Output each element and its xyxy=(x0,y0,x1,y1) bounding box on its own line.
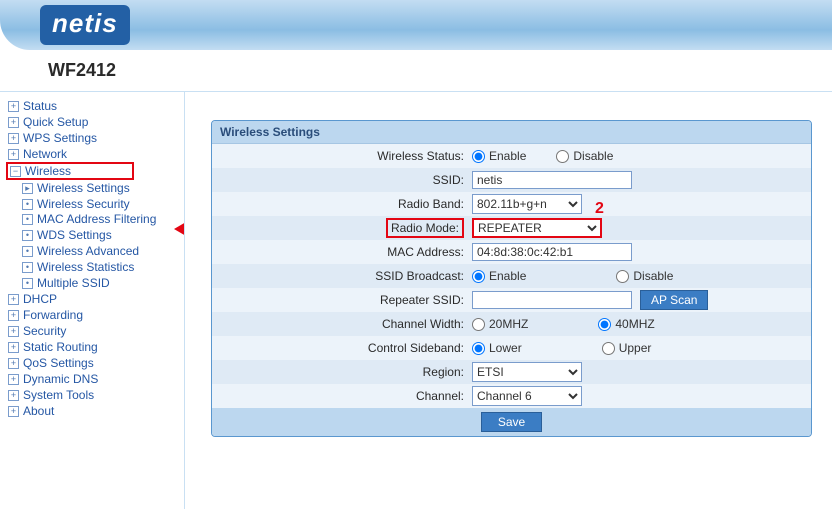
label-ssid: SSID: xyxy=(212,173,470,187)
row-ssid: SSID: xyxy=(212,168,811,192)
ssid-input[interactable] xyxy=(472,171,632,189)
row-mac-address: MAC Address: xyxy=(212,240,811,264)
plus-icon: + xyxy=(8,406,19,417)
row-repeater-ssid: Repeater SSID: AP Scan xyxy=(212,288,811,312)
region-select[interactable]: ETSI xyxy=(472,362,582,382)
label-repeater-ssid: Repeater SSID: xyxy=(212,293,470,307)
dot-icon: • xyxy=(22,199,33,210)
label-mac-address: MAC Address: xyxy=(212,245,470,259)
nav-wireless[interactable]: −Wireless xyxy=(6,162,134,180)
nav-wireless-advanced[interactable]: •Wireless Advanced xyxy=(4,243,184,259)
row-wireless-status: Wireless Status: Enable Disable xyxy=(212,144,811,168)
label-control-sideband: Control Sideband: xyxy=(212,341,470,355)
channel-width-20[interactable] xyxy=(472,318,485,331)
plus-icon: + xyxy=(8,310,19,321)
row-radio-band: Radio Band: 802.11b+g+n xyxy=(212,192,811,216)
ssid-broadcast-enable[interactable] xyxy=(472,270,485,283)
nav-network[interactable]: +Network xyxy=(4,146,184,162)
plus-icon: + xyxy=(8,342,19,353)
save-button[interactable]: Save xyxy=(481,412,542,432)
plus-icon: + xyxy=(8,101,19,112)
mac-address-input[interactable] xyxy=(472,243,632,261)
nav-qos-settings[interactable]: +QoS Settings xyxy=(4,355,184,371)
nav-status[interactable]: +Status xyxy=(4,98,184,114)
channel-select[interactable]: Channel 6 xyxy=(472,386,582,406)
panel-title: Wireless Settings xyxy=(212,121,811,144)
nav-system-tools[interactable]: +System Tools xyxy=(4,387,184,403)
wireless-settings-panel: Wireless Settings Wireless Status: Enabl… xyxy=(211,120,812,437)
wireless-status-enable[interactable] xyxy=(472,150,485,163)
nav-dynamic-dns[interactable]: +Dynamic DNS xyxy=(4,371,184,387)
row-ssid-broadcast: SSID Broadcast: Enable Disable xyxy=(212,264,811,288)
row-save: Save xyxy=(212,408,811,436)
dot-icon: • xyxy=(22,214,33,225)
nav-wps-settings[interactable]: +WPS Settings xyxy=(4,130,184,146)
label-radio-band: Radio Band: xyxy=(212,197,470,211)
label-wireless-status: Wireless Status: xyxy=(212,149,470,163)
plus-icon: + xyxy=(8,390,19,401)
content-area: Wireless Settings Wireless Status: Enabl… xyxy=(185,92,832,509)
label-ssid-broadcast: SSID Broadcast: xyxy=(212,269,470,283)
plus-icon: + xyxy=(8,133,19,144)
row-channel-width: Channel Width: 20MHZ 40MHZ xyxy=(212,312,811,336)
logo: netis xyxy=(40,5,130,45)
row-region: Region: ETSI xyxy=(212,360,811,384)
model-title: WF2412 xyxy=(0,50,832,92)
dot-icon: • xyxy=(22,230,33,241)
plus-icon: + xyxy=(8,326,19,337)
header-bar: netis xyxy=(0,0,832,50)
dot-icon: • xyxy=(22,262,33,273)
ap-scan-button[interactable]: AP Scan xyxy=(640,290,708,310)
radio-band-select[interactable]: 802.11b+g+n xyxy=(472,194,582,214)
label-radio-mode: Radio Mode: xyxy=(386,218,464,238)
nav-dhcp[interactable]: +DHCP xyxy=(4,291,184,307)
nav-static-routing[interactable]: +Static Routing xyxy=(4,339,184,355)
plus-icon: + xyxy=(8,117,19,128)
row-radio-mode: Radio Mode: REPEATER xyxy=(212,216,811,240)
plus-icon: + xyxy=(8,374,19,385)
nav-wireless-security[interactable]: •Wireless Security xyxy=(4,196,184,212)
nav-quick-setup[interactable]: +Quick Setup xyxy=(4,114,184,130)
sidebar: +Status +Quick Setup +WPS Settings +Netw… xyxy=(0,92,185,509)
dot-icon: • xyxy=(22,278,33,289)
dot-icon: • xyxy=(22,246,33,257)
channel-width-40[interactable] xyxy=(598,318,611,331)
nav-wds-settings[interactable]: •WDS Settings xyxy=(4,227,184,243)
nav-multiple-ssid[interactable]: •Multiple SSID xyxy=(4,275,184,291)
nav-security[interactable]: +Security xyxy=(4,323,184,339)
wireless-status-disable[interactable] xyxy=(556,150,569,163)
repeater-ssid-input[interactable] xyxy=(472,291,632,309)
row-channel: Channel: Channel 6 xyxy=(212,384,811,408)
label-channel: Channel: xyxy=(212,389,470,403)
nav-wireless-settings[interactable]: ▸Wireless Settings xyxy=(4,180,184,196)
ssid-broadcast-disable[interactable] xyxy=(616,270,629,283)
minus-icon: − xyxy=(10,166,21,177)
nav-about[interactable]: +About xyxy=(4,403,184,419)
label-channel-width: Channel Width: xyxy=(212,317,470,331)
plus-icon: + xyxy=(8,358,19,369)
plus-icon: + xyxy=(8,149,19,160)
radio-mode-select[interactable]: REPEATER xyxy=(472,218,602,238)
annotation-2: 2 xyxy=(595,200,604,218)
arrow-icon: ▸ xyxy=(22,183,33,194)
sideband-lower[interactable] xyxy=(472,342,485,355)
sideband-upper[interactable] xyxy=(602,342,615,355)
nav-mac-filtering[interactable]: •MAC Address Filtering xyxy=(4,212,184,227)
nav-forwarding[interactable]: +Forwarding xyxy=(4,307,184,323)
label-region: Region: xyxy=(212,365,470,379)
row-control-sideband: Control Sideband: Lower Upper xyxy=(212,336,811,360)
nav-wireless-statistics[interactable]: •Wireless Statistics xyxy=(4,259,184,275)
plus-icon: + xyxy=(8,294,19,305)
annotation-arrow-1: 1 xyxy=(174,220,185,238)
